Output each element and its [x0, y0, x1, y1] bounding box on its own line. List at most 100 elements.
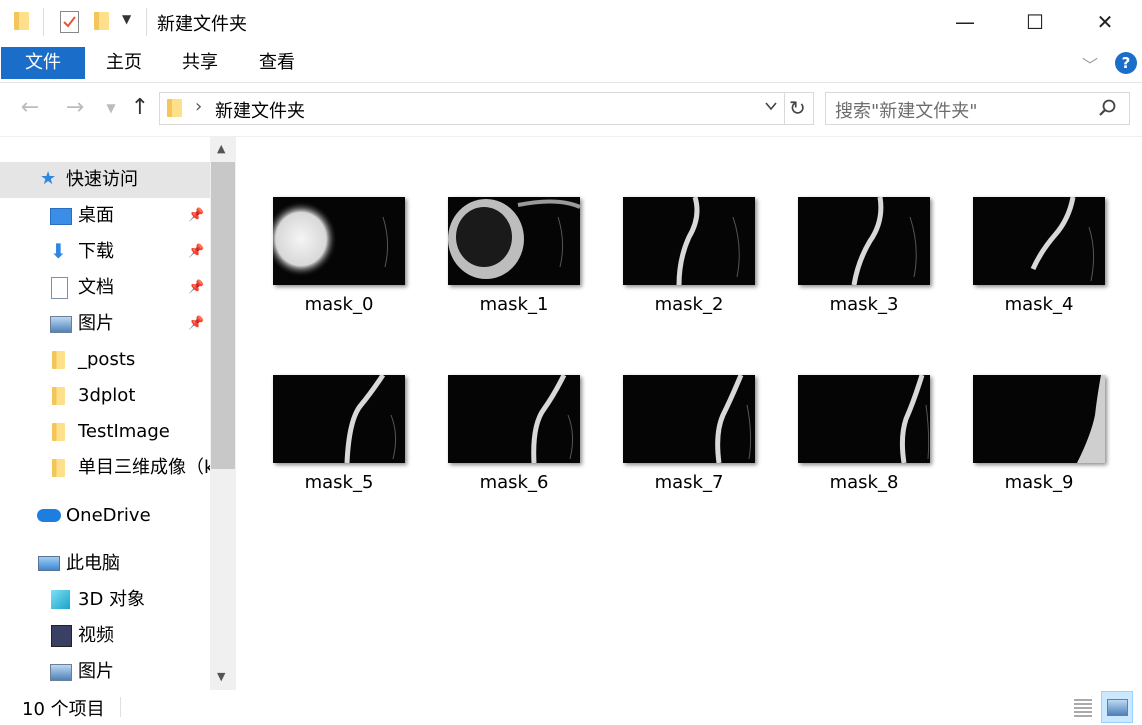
pin-icon[interactable]: 📌 — [188, 306, 204, 342]
address-bar[interactable]: › 新建文件夹 ↻ — [159, 92, 814, 125]
pin-icon[interactable]: 📌 — [188, 234, 204, 270]
sidebar-item-pictures[interactable]: 图片 — [0, 654, 210, 690]
file-name: mask_6 — [479, 472, 549, 493]
sidebar-item-desktop[interactable]: 桌面 📌 — [0, 198, 210, 234]
file-name: mask_4 — [1004, 294, 1074, 315]
sidebar-item-folder[interactable]: _posts — [0, 342, 210, 378]
expand-ribbon-icon[interactable]: ﹀ — [1082, 52, 1098, 76]
image-thumbnail — [798, 197, 930, 285]
image-thumbnail — [798, 375, 930, 463]
minimize-button[interactable]: — — [930, 0, 1000, 44]
desktop-icon — [50, 208, 72, 225]
sidebar-item-folder[interactable]: 单目三维成像（k — [0, 450, 210, 486]
picture-icon — [50, 316, 72, 333]
search-box[interactable]: 搜索"新建文件夹" — [825, 92, 1130, 125]
sidebar-item-documents[interactable]: 文档 📌 — [0, 270, 210, 306]
properties-icon[interactable] — [60, 11, 79, 33]
pin-icon[interactable]: 📌 — [188, 198, 204, 234]
tab-share[interactable]: 共享 — [170, 47, 230, 79]
sidebar-item-label: 桌面 — [78, 205, 114, 226]
sidebar-item-3d-objects[interactable]: 3D 对象 — [0, 582, 210, 618]
close-button[interactable]: ✕ — [1070, 0, 1140, 44]
breadcrumb-current[interactable]: 新建文件夹 — [215, 97, 305, 123]
file-name: mask_5 — [304, 472, 374, 493]
image-thumbnail — [273, 375, 405, 463]
star-icon: ★ — [40, 168, 57, 189]
divider — [120, 697, 121, 717]
item-count: 10 个项目 — [22, 699, 105, 720]
sidebar-item-folder[interactable]: 3dplot — [0, 378, 210, 414]
sidebar-item-quick-access[interactable]: ★ 快速访问 — [0, 162, 210, 198]
window-title: 新建文件夹 — [157, 14, 247, 35]
sidebar-item-downloads[interactable]: ⬇ 下载 📌 — [0, 234, 210, 270]
sidebar-item-videos[interactable]: 视频 — [0, 618, 210, 654]
folder-icon — [52, 351, 65, 369]
sidebar-item-label: 图片 — [78, 661, 114, 682]
image-thumbnail — [623, 197, 755, 285]
folder-icon — [52, 459, 65, 477]
file-name: mask_1 — [479, 294, 549, 315]
download-icon: ⬇ — [50, 239, 67, 263]
scroll-up-icon[interactable]: ▲ — [217, 142, 225, 155]
title-bar: ▼ 新建文件夹 — ☐ ✕ — [0, 0, 1142, 44]
sidebar-item-label: 快速访问 — [66, 169, 138, 190]
file-item[interactable]: mask_1 — [448, 197, 623, 337]
details-view-icon[interactable] — [1071, 695, 1095, 719]
image-thumbnail — [273, 197, 405, 285]
sidebar-item-onedrive[interactable]: OneDrive — [0, 498, 210, 534]
3d-objects-icon — [51, 590, 70, 609]
sidebar-item-label: 文档 — [78, 277, 114, 298]
divider — [146, 8, 147, 36]
file-item[interactable]: mask_9 — [973, 375, 1142, 515]
breadcrumb-separator-icon[interactable]: › — [195, 96, 202, 117]
sidebar-item-this-pc[interactable]: 此电脑 — [0, 546, 210, 582]
file-item[interactable]: mask_8 — [798, 375, 973, 515]
folder-icon — [52, 423, 65, 441]
search-input[interactable]: 搜索"新建文件夹" — [835, 97, 978, 123]
file-name: mask_2 — [654, 294, 724, 315]
sidebar-item-label: 单目三维成像（k — [78, 457, 210, 478]
file-item[interactable]: mask_5 — [273, 375, 448, 515]
up-arrow-icon[interactable]: ↑ — [125, 92, 155, 124]
sidebar-item-label: 视频 — [78, 625, 114, 646]
file-item[interactable]: mask_0 — [273, 197, 448, 337]
file-name: mask_0 — [304, 294, 374, 315]
file-item[interactable]: mask_7 — [623, 375, 798, 515]
help-icon[interactable]: ? — [1115, 52, 1137, 74]
forward-arrow-icon[interactable]: → — [60, 92, 90, 124]
maximize-button[interactable]: ☐ — [1000, 0, 1070, 44]
customize-quick-access-icon[interactable]: ▼ — [122, 12, 131, 26]
refresh-icon[interactable]: ↻ — [789, 96, 806, 120]
file-name: mask_7 — [654, 472, 724, 493]
file-name: mask_9 — [1004, 472, 1074, 493]
tab-view[interactable]: 查看 — [247, 47, 307, 79]
picture-icon — [50, 664, 72, 681]
sidebar-item-pictures[interactable]: 图片 📌 — [0, 306, 210, 342]
cloud-icon — [37, 509, 61, 522]
file-item[interactable]: mask_4 — [973, 197, 1142, 337]
search-icon[interactable] — [1098, 98, 1118, 122]
sidebar-item-label: OneDrive — [66, 505, 151, 526]
image-thumbnail — [448, 197, 580, 285]
back-arrow-icon[interactable]: ← — [15, 92, 45, 124]
recent-locations-icon[interactable]: ▼ — [96, 92, 126, 124]
sidebar-item-label: 3D 对象 — [78, 589, 146, 610]
file-item[interactable]: mask_2 — [623, 197, 798, 337]
file-item[interactable]: mask_3 — [798, 197, 973, 337]
tab-home[interactable]: 主页 — [94, 47, 154, 79]
file-name: mask_3 — [829, 294, 899, 315]
sidebar-item-label: 3dplot — [78, 385, 136, 406]
pin-icon[interactable]: 📌 — [188, 270, 204, 306]
document-icon — [51, 277, 68, 299]
sidebar-item-folder[interactable]: TestImage — [0, 414, 210, 450]
image-thumbnail — [448, 375, 580, 463]
large-icons-view-icon[interactable] — [1101, 691, 1133, 723]
image-thumbnail — [623, 375, 755, 463]
tab-file[interactable]: 文件 — [1, 47, 85, 79]
file-item[interactable]: mask_6 — [448, 375, 623, 515]
address-dropdown-icon[interactable] — [763, 98, 779, 118]
file-name: mask_8 — [829, 472, 899, 493]
image-thumbnail — [973, 197, 1105, 285]
new-folder-icon[interactable] — [94, 12, 109, 30]
image-thumbnail — [973, 375, 1105, 463]
